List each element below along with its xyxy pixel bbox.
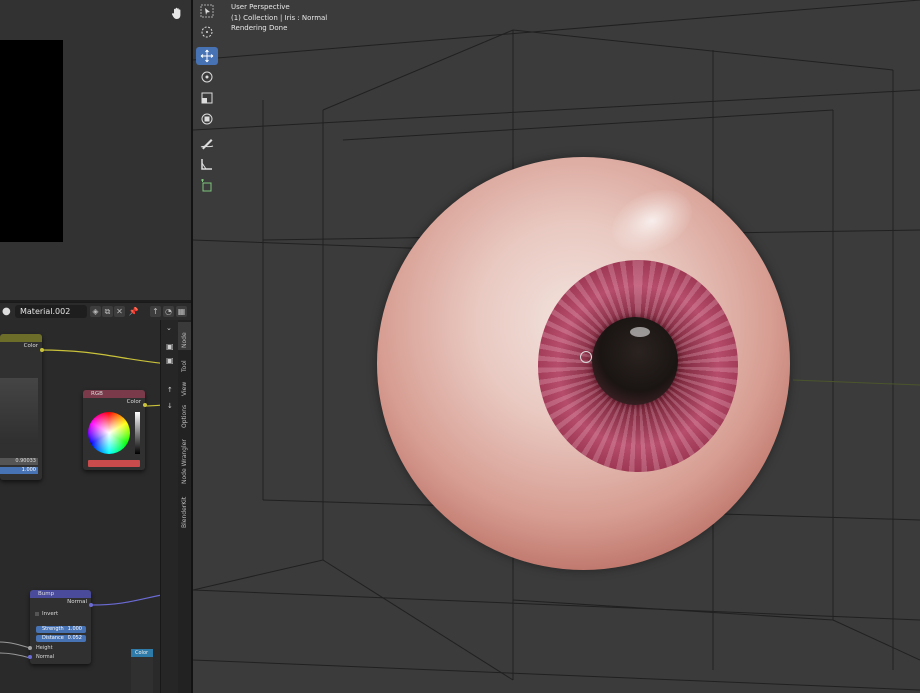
annotate-tool[interactable] [196, 134, 218, 152]
normal-input-socket[interactable] [28, 655, 32, 659]
strength-value: 1.000 [67, 626, 82, 632]
transform-tool[interactable] [196, 110, 218, 128]
chevron-down-icon[interactable]: ⌄ [166, 324, 172, 332]
arrow-up-icon[interactable]: ↑ [167, 386, 173, 394]
pupil-glint [630, 327, 650, 337]
3d-cursor-icon[interactable] [580, 351, 592, 363]
height-input-socket[interactable] [28, 646, 32, 650]
output-node-title: Color [131, 649, 153, 657]
hand-pan-icon[interactable] [170, 6, 184, 20]
cursor-tool[interactable] [196, 23, 218, 41]
pin-icon[interactable]: 📌 [128, 306, 139, 317]
color-value-slider[interactable] [135, 412, 140, 454]
rgb-output-label: Color [126, 399, 141, 405]
scale-icon [201, 92, 213, 104]
curve-graph[interactable] [0, 378, 38, 444]
rgb-node-title: RGB [83, 390, 145, 398]
node-editor-header: ● Material.002 ◈ ⧉ ✕ 📌 ↑ ◔ ▦ [0, 302, 191, 321]
eyeball-render [377, 157, 790, 570]
bump-normal-output-socket[interactable] [89, 603, 93, 607]
rgb-curves-node[interactable]: Color 0.90033 1.000 [0, 334, 44, 480]
add-cube-tool[interactable] [196, 177, 218, 195]
render-status-label: Rendering Done [231, 24, 288, 32]
bump-node[interactable]: Bump Normal Invert Strength 1.000 Distan… [28, 590, 93, 664]
distance-field[interactable]: Distance 0.052 [36, 635, 86, 642]
select-box-tool[interactable] [196, 2, 218, 20]
scale-tool[interactable] [196, 89, 218, 107]
tab-node[interactable]: Node [178, 322, 191, 350]
node-item-icon[interactable]: ▣ [166, 356, 174, 365]
snap-icon[interactable]: ◔ [163, 306, 174, 317]
collection-label: (1) Collection | Iris : Normal [231, 13, 328, 22]
rgb-node[interactable]: RGB Color [83, 390, 147, 470]
material-name-field[interactable]: Material.002 [15, 305, 87, 318]
cursor-icon [201, 26, 213, 38]
tab-options[interactable]: Options [178, 400, 191, 430]
add-cube-icon [201, 179, 212, 192]
color-wheel[interactable] [88, 412, 130, 454]
3d-viewport[interactable]: User Perspective (1) Collection | Iris :… [193, 0, 920, 693]
node-properties-icon[interactable]: ▣ [166, 342, 174, 351]
strength-label: Strength [42, 626, 64, 632]
move-icon [200, 49, 214, 63]
node-editor-canvas[interactable]: Color 0.90033 1.000 RGB Color Bump Norma… [0, 320, 178, 693]
curve-value-field[interactable]: 0.90033 [0, 458, 38, 465]
render-preview [0, 40, 63, 242]
viewport-info-overlay: User Perspective (1) Collection | Iris :… [231, 2, 327, 34]
sidebar-tab-bar: Node Tool View Options Node Wrangler Ble… [178, 320, 191, 693]
distance-label: Distance [42, 635, 64, 641]
curves-output-socket[interactable] [40, 348, 44, 352]
node-sidebar-panel: ⌄ ▣ ▣ ↑ ↓ [160, 320, 179, 693]
overlay-icon[interactable]: ▦ [176, 306, 187, 317]
annotate-pencil-icon [200, 139, 214, 150]
unlink-material-icon[interactable]: ✕ [114, 306, 125, 317]
tab-blenderkit[interactable]: BlenderKit [178, 488, 191, 530]
measure-ruler-icon [201, 159, 212, 170]
view-perspective-label: User Perspective [231, 3, 290, 11]
specular-highlight [602, 177, 702, 265]
rotate-tool[interactable] [196, 68, 218, 86]
parent-node-tree-icon[interactable]: ↑ [150, 306, 161, 317]
arrow-down-icon[interactable]: ↓ [167, 402, 173, 410]
image-editor-area[interactable] [0, 0, 191, 300]
move-tool[interactable] [196, 47, 218, 65]
iris [538, 260, 738, 472]
height-input-label: Height [36, 645, 53, 651]
tab-view[interactable]: View [178, 376, 191, 398]
color-swatch[interactable] [88, 460, 140, 467]
select-box-icon [200, 4, 214, 18]
distance-value: 0.052 [67, 635, 82, 641]
duplicate-material-icon[interactable]: ⧉ [102, 306, 113, 317]
transform-icon [201, 113, 213, 125]
bump-output-label: Normal [67, 599, 87, 605]
pupil [592, 317, 678, 405]
output-node-partial[interactable]: Color [131, 649, 153, 693]
tab-node-wrangler[interactable]: Node Wrangler [178, 432, 191, 486]
bump-node-title: Bump [30, 590, 91, 598]
rgb-output-socket[interactable] [143, 403, 147, 407]
invert-label: Invert [42, 611, 59, 617]
curve-factor-field[interactable]: 1.000 [0, 467, 38, 474]
tab-tool[interactable]: Tool [178, 352, 191, 374]
curves-output-label: Color [23, 343, 38, 349]
measure-tool[interactable] [196, 155, 218, 173]
fake-user-shield-icon[interactable]: ◈ [90, 306, 101, 317]
bump-invert-checkbox[interactable]: Invert [30, 610, 91, 618]
material-type-icon[interactable]: ● [2, 306, 16, 317]
strength-field[interactable]: Strength 1.000 [36, 626, 86, 633]
invert-checkbox-box[interactable] [35, 612, 39, 616]
rotate-icon [201, 71, 213, 83]
normal-input-label: Normal [36, 654, 55, 660]
